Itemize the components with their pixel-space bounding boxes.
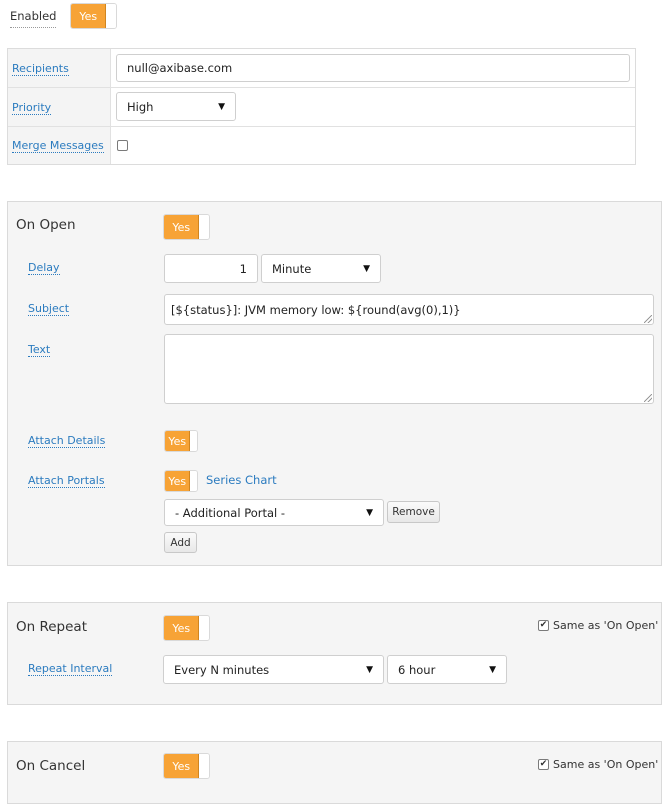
attach-portals-label: Attach Portals xyxy=(28,474,105,488)
resize-handle-icon[interactable] xyxy=(644,315,652,323)
delay-unit-select[interactable]: Minute ▼ xyxy=(261,254,381,283)
on-cancel-title: On Cancel xyxy=(16,758,86,774)
priority-select[interactable]: High ▼ xyxy=(116,92,236,121)
priority-value: High xyxy=(127,99,154,114)
on-cancel-toggle[interactable]: Yes xyxy=(163,753,210,779)
enabled-toggle[interactable]: Yes xyxy=(70,3,117,29)
attach-portals-toggle-text: Yes xyxy=(165,471,191,491)
on-open-panel: On Open Yes Delay Minute ▼ Subject Text … xyxy=(7,201,662,566)
recipients-row: Recipients xyxy=(8,49,635,88)
checkmark-icon: ✔ xyxy=(539,620,548,630)
repeat-interval-label: Repeat Interval xyxy=(28,662,113,676)
additional-portal-select[interactable]: - Additional Portal - ▼ xyxy=(164,499,384,526)
toggle-knob xyxy=(199,215,209,239)
on-open-title: On Open xyxy=(16,217,76,233)
priority-label: Priority xyxy=(12,101,52,115)
attach-details-label: Attach Details xyxy=(28,434,106,448)
on-cancel-panel: On Cancel Yes ✔ Same as 'On Open' xyxy=(7,741,662,804)
additional-portal-value: - Additional Portal - xyxy=(175,505,286,520)
dropdown-arrow-icon: ▼ xyxy=(366,664,373,675)
merge-messages-checkbox[interactable] xyxy=(117,140,128,151)
toggle-knob xyxy=(199,754,209,778)
toggle-knob xyxy=(190,471,197,491)
on-repeat-panel: On Repeat Yes ✔ Same as 'On Open' Repeat… xyxy=(7,602,662,705)
subject-label: Subject xyxy=(28,302,70,316)
on-open-toggle[interactable]: Yes xyxy=(163,214,210,240)
on-cancel-toggle-text: Yes xyxy=(164,754,200,778)
priority-row: Priority High ▼ xyxy=(8,88,635,127)
toggle-knob xyxy=(106,4,116,28)
attach-details-toggle[interactable]: Yes xyxy=(164,430,198,452)
on-repeat-title: On Repeat xyxy=(16,619,87,635)
enabled-toggle-text: Yes xyxy=(71,4,107,28)
merge-messages-label: Merge Messages xyxy=(12,139,104,153)
toggle-knob xyxy=(199,616,209,640)
merge-row: Merge Messages xyxy=(8,127,635,164)
repeat-mode-select[interactable]: Every N minutes ▼ xyxy=(163,655,384,684)
toggle-knob xyxy=(190,431,197,451)
text-textarea[interactable] xyxy=(164,334,654,404)
dropdown-arrow-icon: ▼ xyxy=(366,507,373,518)
on-repeat-toggle[interactable]: Yes xyxy=(163,615,210,641)
delay-label: Delay xyxy=(28,261,60,275)
recipients-input[interactable] xyxy=(116,54,630,82)
repeat-mode-value: Every N minutes xyxy=(174,662,270,677)
on-open-toggle-text: Yes xyxy=(164,215,200,239)
repeat-interval-value: 6 hour xyxy=(398,662,436,677)
recipients-label: Recipients xyxy=(12,62,69,76)
repeat-same-as-label: Same as 'On Open' xyxy=(553,619,659,632)
dropdown-arrow-icon: ▼ xyxy=(218,101,225,112)
remove-button[interactable]: Remove xyxy=(387,501,440,523)
subject-input[interactable] xyxy=(164,294,654,325)
repeat-same-as-checkbox[interactable]: ✔ xyxy=(538,620,549,631)
resize-handle-icon[interactable] xyxy=(644,394,652,402)
delay-unit-value: Minute xyxy=(272,261,312,276)
enabled-label: Enabled xyxy=(10,9,57,28)
on-repeat-toggle-text: Yes xyxy=(164,616,200,640)
dropdown-arrow-icon: ▼ xyxy=(489,664,496,675)
attach-portals-toggle[interactable]: Yes xyxy=(164,470,198,492)
repeat-interval-select[interactable]: 6 hour ▼ xyxy=(387,655,507,684)
recipients-table: Recipients Priority High ▼ Merge Message… xyxy=(7,48,636,165)
text-label: Text xyxy=(28,343,51,357)
delay-input[interactable] xyxy=(164,254,258,283)
add-button[interactable]: Add xyxy=(164,532,197,553)
cancel-same-as-label: Same as 'On Open' xyxy=(553,758,659,771)
dropdown-arrow-icon: ▼ xyxy=(363,263,370,274)
attach-details-toggle-text: Yes xyxy=(165,431,191,451)
cancel-same-as-checkbox[interactable]: ✔ xyxy=(538,759,549,770)
series-chart-link[interactable]: Series Chart xyxy=(206,473,277,487)
checkmark-icon: ✔ xyxy=(539,759,548,769)
